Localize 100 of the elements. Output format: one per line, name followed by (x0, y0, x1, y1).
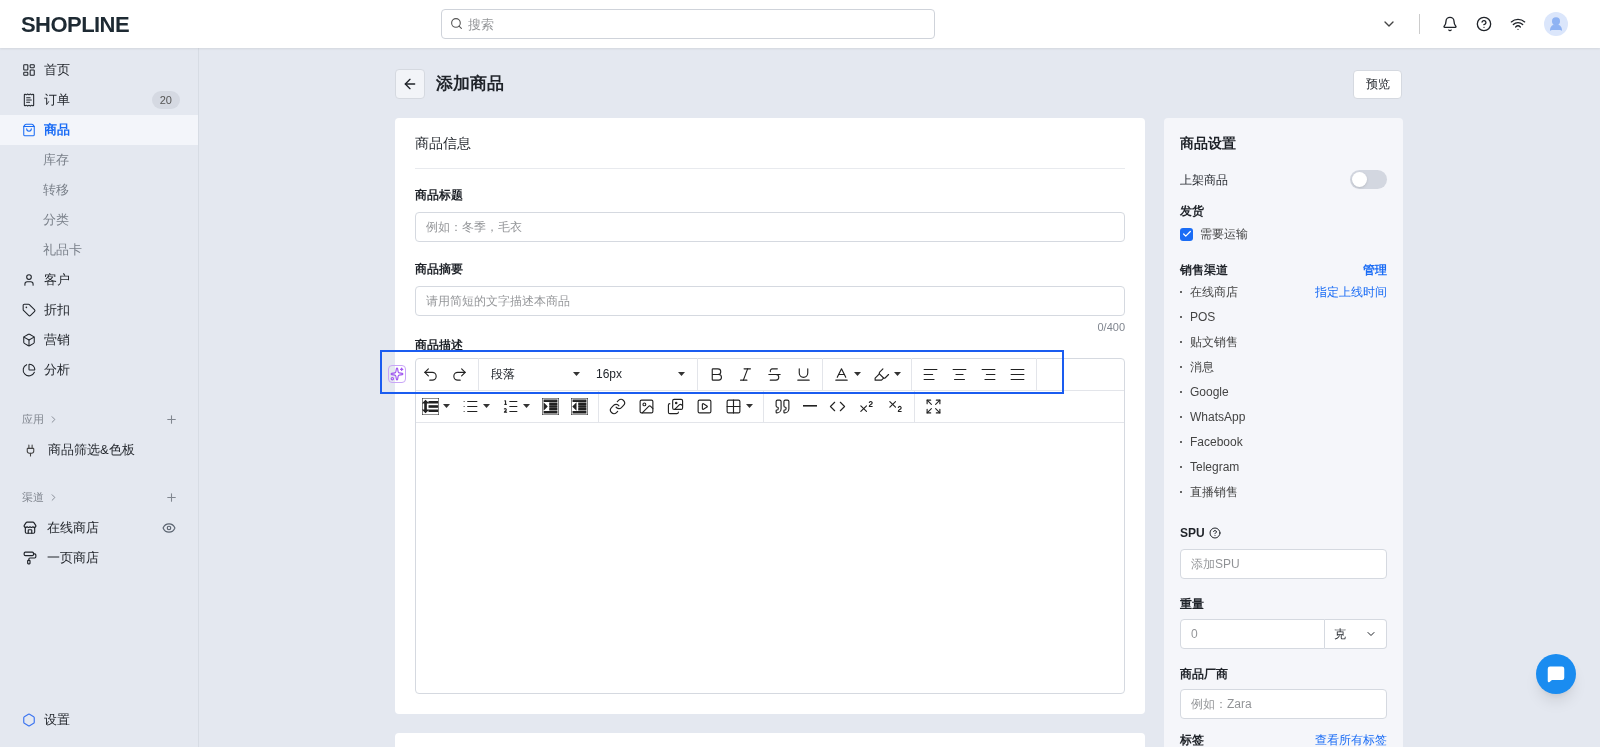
channel-item: WhatsApp (1190, 408, 1247, 426)
nav-item[interactable]: 分析 (0, 355, 198, 385)
strikethrough-icon (766, 365, 783, 383)
publish-label: 上架商品 (1180, 171, 1228, 189)
block-format-select[interactable]: 段落 (483, 365, 588, 383)
checkbox[interactable] (1180, 227, 1193, 241)
horizontal-line-icon (803, 405, 817, 407)
link-icon (609, 397, 626, 415)
underline-icon (795, 365, 812, 383)
nav-item[interactable]: 营销 (0, 325, 198, 355)
caret-icon (443, 404, 450, 408)
paint-roller-icon (23, 551, 37, 565)
help-icon[interactable] (1476, 16, 1492, 32)
search-icon (450, 17, 463, 30)
arrow-left-icon (402, 76, 418, 92)
search-field[interactable]: 搜索 (441, 9, 935, 39)
user-silhouette-icon (1548, 16, 1564, 32)
highlighter-icon (873, 365, 890, 383)
sparkles-icon[interactable] (388, 365, 406, 383)
pie-chart-icon (22, 363, 36, 377)
nav-item[interactable]: 首页 (0, 55, 198, 85)
undo-icon (422, 365, 439, 383)
channel-item: 消息 (1190, 358, 1215, 376)
table-icon (725, 397, 742, 415)
nav-item[interactable]: 在线商店 (0, 513, 198, 543)
logo[interactable]: SHOPLINE (21, 7, 201, 41)
box-icon (22, 333, 36, 347)
field-label: 商品摘要 (415, 261, 464, 278)
shopping-bag-icon (22, 123, 36, 137)
channel-item: 贴文销售 (1190, 333, 1239, 351)
play-icon (696, 397, 713, 415)
card-title: 商品信息 (415, 118, 1125, 169)
summary-input-field[interactable]: 请用简短的文字描述本商品 (415, 286, 1125, 316)
tag-icon (22, 303, 36, 317)
caret-icon (523, 404, 530, 408)
manage-link[interactable]: 管理 (1363, 261, 1387, 279)
add-icon[interactable] (165, 490, 178, 504)
field-label: 商品厂商 (1180, 666, 1229, 683)
nav-item[interactable]: 设置 (0, 705, 198, 735)
caret-icon (854, 372, 861, 376)
line-spacing-icon (422, 397, 439, 415)
nav-item[interactable]: 折扣 (0, 295, 198, 325)
redo-icon (451, 365, 468, 383)
weight-input-field[interactable]: 0 (1180, 619, 1325, 649)
store-icon (23, 521, 37, 535)
channel-item: Facebook (1190, 433, 1244, 451)
checkbox-label: 需要运输 (1200, 226, 1248, 243)
italic-icon (737, 365, 754, 383)
plug-icon (24, 443, 37, 457)
character-counter: 0/400 (1097, 320, 1125, 335)
caret-icon (678, 372, 685, 376)
caret-icon (573, 372, 580, 376)
add-icon[interactable] (165, 412, 178, 426)
quote-icon (774, 397, 791, 415)
nav-item[interactable]: 客户 (0, 265, 198, 295)
vendor-input-field[interactable]: 例如：Zara (1180, 689, 1387, 719)
caret-icon (746, 404, 753, 408)
channel-item: Telegram (1190, 458, 1241, 476)
field-label: 重量 (1180, 596, 1205, 613)
wifi-icon[interactable] (1510, 16, 1526, 32)
spu-input-field[interactable]: 添加SPU (1180, 549, 1387, 579)
channel-item: Google (1190, 383, 1230, 401)
preview-button[interactable]: 预览 (1353, 69, 1402, 99)
indent-icon (542, 397, 559, 415)
chat-button[interactable] (1536, 654, 1576, 694)
channel-item: 在线商店 (1190, 283, 1239, 301)
page-title: 添加商品 (436, 73, 504, 96)
user-icon (22, 273, 36, 287)
view-tags-link[interactable]: 查看所有标签 (1315, 731, 1387, 747)
image-icon (638, 397, 655, 415)
caret-icon (483, 404, 490, 408)
field-label: SPU (1180, 525, 1205, 542)
eye-icon[interactable] (162, 521, 176, 535)
field-label: 销售渠道 (1180, 262, 1228, 279)
receipt-icon (22, 93, 36, 107)
schedule-link[interactable]: 指定上线时间 (1315, 282, 1387, 301)
channel-item: POS (1190, 308, 1217, 326)
nav-item[interactable]: 一页商店 (0, 543, 198, 573)
nav-item[interactable]: 订单 20 (0, 85, 198, 115)
dashboard-icon (22, 63, 36, 77)
hexagon-icon (22, 713, 36, 727)
count-badge: 20 (151, 91, 180, 109)
nav-item[interactable]: 商品筛选&色板 (0, 435, 198, 465)
panel-title: 商品设置 (1180, 134, 1237, 153)
field-label: 发货 (1180, 203, 1205, 220)
outdent-icon (571, 397, 588, 415)
caret-icon (894, 372, 901, 376)
field-label: 商品标题 (415, 187, 464, 204)
unit-select[interactable]: 克 (1325, 619, 1387, 649)
publish-toggle[interactable] (1350, 170, 1387, 189)
nav-item[interactable]: 商品 (0, 115, 198, 145)
numbered-list-icon (502, 397, 519, 415)
channel-item: 直播销售 (1190, 483, 1239, 501)
expand-icon (925, 397, 942, 415)
bell-icon[interactable] (1442, 16, 1458, 32)
help-icon[interactable] (1208, 527, 1221, 539)
title-input-field[interactable]: 例如：冬季，毛衣 (415, 212, 1125, 242)
images-icon (667, 397, 684, 415)
font-size-select[interactable]: 16px (588, 365, 693, 383)
back-button[interactable] (395, 69, 425, 99)
